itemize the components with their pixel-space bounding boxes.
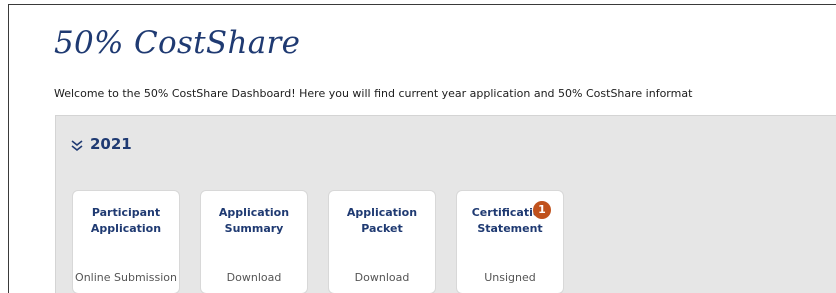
- card-title: Application Packet: [346, 206, 418, 235]
- double-chevron-down-icon: [70, 137, 84, 152]
- card-status: Download: [226, 271, 282, 284]
- year-panel: 2021 Participant Application Online Subm…: [55, 115, 836, 293]
- certification-statement-card[interactable]: Certification Statement Unsigned 1: [456, 190, 564, 293]
- year-label: 2021: [90, 135, 132, 153]
- application-summary-card[interactable]: Application Summary Download: [200, 190, 308, 293]
- card-title: Application Summary: [218, 206, 290, 235]
- card-title: Participant Application: [90, 206, 162, 235]
- page-title: 50% CostShare: [54, 25, 301, 61]
- application-packet-card[interactable]: Application Packet Download: [328, 190, 436, 293]
- year-toggle[interactable]: 2021: [70, 135, 132, 153]
- card-status: Unsigned: [484, 271, 536, 284]
- participant-application-card[interactable]: Participant Application Online Submissio…: [72, 190, 180, 293]
- welcome-text: Welcome to the 50% CostShare Dashboard! …: [54, 87, 693, 100]
- card-status: Online Submission: [75, 271, 177, 284]
- notification-badge: 1: [533, 201, 551, 219]
- card-status: Download: [354, 271, 410, 284]
- app-frame: 50% CostShare Welcome to the 50% CostSha…: [8, 4, 836, 293]
